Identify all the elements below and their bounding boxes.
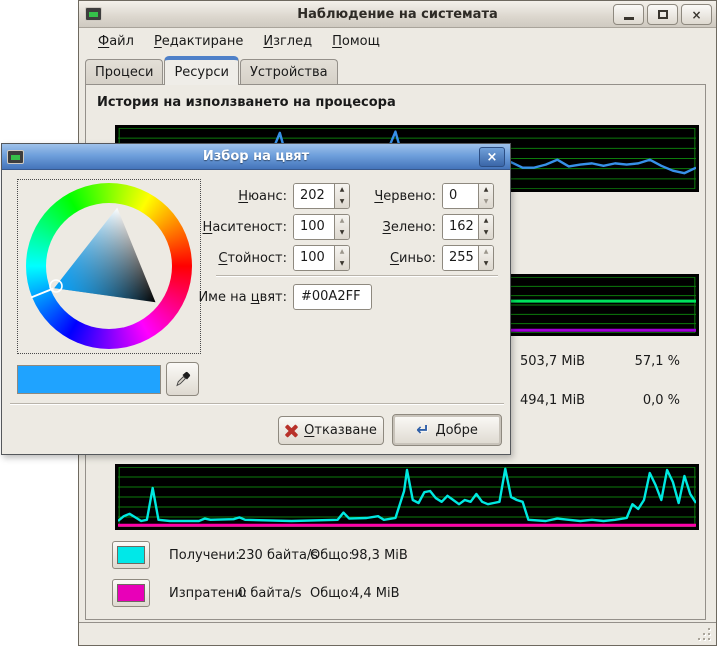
spin-up-icon: ▲ (479, 246, 493, 258)
swap-used-percent: 0,0 % (615, 393, 680, 408)
hue-marker (31, 289, 53, 298)
menu-file[interactable]: Файл (88, 32, 144, 51)
network-history-chart (115, 464, 699, 530)
divider (10, 403, 504, 405)
value-label: Стойност: (218, 251, 287, 266)
spinner-arrows[interactable]: ▲▼ (478, 246, 493, 270)
memory-used-percent: 57,1 % (615, 354, 680, 369)
blue-label: Синьо: (390, 251, 436, 266)
tab-devices[interactable]: Устройства (240, 59, 338, 85)
memory-stat-row: 503,7 MiB 57,1 % (520, 354, 680, 369)
minimize-icon (624, 17, 634, 20)
dialog-titlebar[interactable]: Избор на цвят × (2, 144, 510, 170)
sv-triangle[interactable] (26, 183, 192, 349)
spinner-arrows[interactable]: ▲▼ (478, 184, 493, 208)
spin-up-icon: ▲ (335, 215, 349, 227)
color-preview-swatch (17, 365, 161, 394)
green-spinner[interactable]: 162 ▲▼ (442, 214, 494, 240)
divider (216, 275, 498, 277)
menu-view[interactable]: Изглед (253, 32, 322, 51)
swap-used-value: 494,1 MiB (520, 393, 615, 408)
value-spinner[interactable]: 100 ▲▼ (293, 245, 350, 271)
spin-down-icon: ▼ (479, 258, 493, 270)
minimize-button[interactable] (613, 4, 644, 25)
maximize-button[interactable] (647, 4, 678, 25)
tab-resources[interactable]: Ресурси (164, 56, 239, 85)
sent-color-button[interactable] (112, 579, 150, 607)
received-total-label: Общо: (310, 548, 353, 563)
tabbar: Процеси Ресурси Устройства (85, 56, 339, 85)
statusbar (79, 622, 716, 645)
spin-down-icon: ▼ (335, 196, 349, 208)
cancel-button[interactable]: Отказване (278, 416, 384, 445)
swap-stat-row: 494,1 MiB 0,0 % (520, 393, 680, 408)
cpu-history-title: История на използването на процесора (97, 95, 396, 110)
spin-up-icon: ▲ (335, 184, 349, 196)
close-icon: × (691, 8, 701, 22)
received-color-button[interactable] (112, 541, 150, 569)
menubar: Файл Редактиране Изглед Помощ (80, 29, 715, 54)
spinner-arrows[interactable]: ▲▼ (334, 215, 349, 239)
eyedropper-button[interactable] (166, 362, 199, 396)
spin-up-icon: ▲ (479, 215, 493, 227)
sent-total: 4,4 MiB (351, 586, 400, 601)
spin-down-icon: ▼ (479, 227, 493, 239)
spin-down-icon: ▼ (335, 227, 349, 239)
dialog-title: Избор на цвят (2, 149, 510, 164)
spin-up-icon: ▲ (479, 184, 493, 196)
color-picker-dialog: Избор на цвят × Нюанс: 202 ▲▼ Нас (1, 143, 511, 455)
menu-help[interactable]: Помощ (322, 32, 390, 51)
red-label: Червено: (374, 189, 436, 204)
hsv-wheel-frame (17, 179, 201, 354)
received-total: 98,3 MiB (351, 548, 408, 563)
memory-used-value: 503,7 MiB (520, 354, 615, 369)
eyedropper-icon (174, 370, 192, 388)
maximize-icon (658, 10, 668, 19)
saturation-label: Наситеност: (203, 220, 287, 235)
sent-rate: 0 байта/s (238, 586, 302, 601)
received-label: Получени: (169, 548, 240, 563)
dialog-close-button[interactable]: × (479, 147, 505, 167)
ok-button[interactable]: ↵ Добре (392, 414, 502, 446)
hue-label: Нюанс: (238, 189, 287, 204)
saturation-spinner[interactable]: 100 ▲▼ (293, 214, 350, 240)
red-spinner[interactable]: 0 ▲▼ (442, 183, 494, 209)
spinner-arrows[interactable]: ▲▼ (478, 215, 493, 239)
spin-up-icon: ▲ (335, 246, 349, 258)
color-name-input[interactable]: #00A2FF (293, 284, 372, 310)
sent-total-label: Общо: (310, 586, 353, 601)
sent-label: Изпратени: (169, 586, 247, 601)
green-label: Зелено: (383, 220, 436, 235)
cancel-x-icon (285, 424, 298, 437)
spin-down-icon: ▼ (335, 258, 349, 270)
received-legend-row: Получени: 230 байта/s Общо: 98,3 MiB (112, 540, 150, 570)
hue-spinner[interactable]: 202 ▲▼ (293, 183, 350, 209)
tab-processes[interactable]: Процеси (85, 59, 163, 85)
sent-legend-row: Изпратени: 0 байта/s Общо: 4,4 MiB (112, 578, 150, 608)
spinner-arrows[interactable]: ▲▼ (334, 246, 349, 270)
resize-grip-icon[interactable] (698, 628, 710, 640)
ok-enter-icon: ↵ (416, 423, 429, 437)
close-button[interactable]: × (681, 4, 712, 25)
received-rate: 230 байта/s (238, 548, 318, 563)
received-color-swatch (117, 546, 145, 564)
spin-down-icon: ▼ (479, 196, 493, 208)
spinner-arrows[interactable]: ▲▼ (334, 184, 349, 208)
menu-edit[interactable]: Редактиране (144, 32, 253, 51)
blue-spinner[interactable]: 255 ▲▼ (442, 245, 494, 271)
close-icon: × (487, 150, 498, 165)
titlebar[interactable]: Наблюдение на системата × (79, 1, 716, 28)
sent-color-swatch (117, 584, 145, 602)
color-name-label: Име на цвят: (198, 290, 287, 305)
